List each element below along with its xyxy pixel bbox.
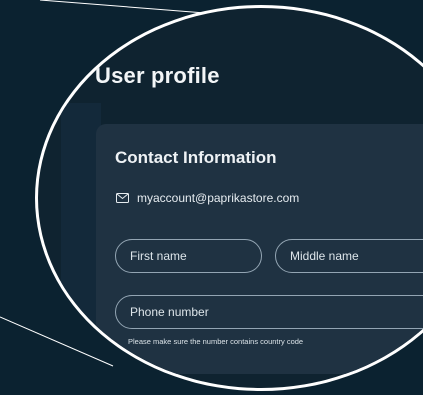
magnifier-circle: User profile Contact Information myaccou… bbox=[35, 5, 423, 391]
page-title: User profile bbox=[95, 63, 220, 88]
magnified-content: User profile Contact Information myaccou… bbox=[38, 8, 423, 388]
email-row: myaccount@paprikastore.com bbox=[116, 191, 299, 205]
first-name-field[interactable] bbox=[115, 239, 262, 273]
phone-number-field[interactable] bbox=[115, 295, 423, 329]
zoom-callout: User profile Contact Information myaccou… bbox=[0, 0, 423, 395]
mail-icon bbox=[116, 193, 129, 203]
sidebar-background bbox=[61, 103, 101, 388]
phone-helper-text: Please make sure the number contains cou… bbox=[128, 337, 304, 346]
card-title: Contact Information bbox=[115, 148, 277, 167]
middle-name-field[interactable] bbox=[275, 239, 423, 273]
email-address: myaccount@paprikastore.com bbox=[137, 191, 300, 205]
